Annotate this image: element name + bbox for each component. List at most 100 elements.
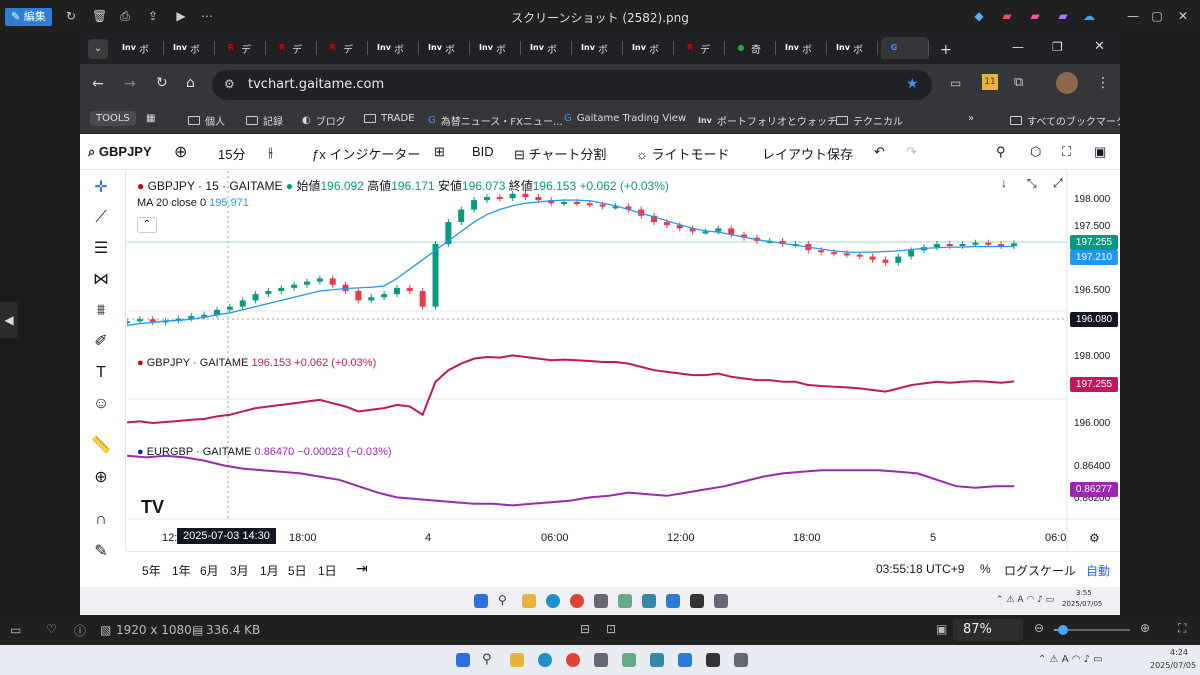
- zoom-in-icon[interactable]: ⊕: [1140, 621, 1150, 635]
- home-icon[interactable]: ⌂: [186, 75, 195, 91]
- back-icon[interactable]: ←: [92, 76, 104, 92]
- text-icon[interactable]: T: [90, 362, 112, 384]
- bookmark-folder[interactable]: 個人: [188, 113, 225, 128]
- zoom-dropdown[interactable]: 87% ⌄: [953, 619, 1023, 651]
- browser-tab[interactable]: G: [881, 37, 929, 59]
- reload-icon[interactable]: ↻: [156, 75, 168, 91]
- snapshot-icon[interactable]: ▣: [1094, 144, 1106, 160]
- bookmark-link[interactable]: G 為替ニュース・FXニュー…: [428, 113, 563, 128]
- close-icon[interactable]: ✕: [1176, 9, 1190, 23]
- browser-tab[interactable]: Inv ボ: [116, 37, 164, 59]
- settings-icon[interactable]: ⬡: [1030, 144, 1041, 160]
- extension-chat-icon[interactable]: ▭: [950, 76, 961, 90]
- chrome-icon[interactable]: [566, 653, 580, 667]
- range-button[interactable]: 1日: [318, 562, 337, 579]
- clipchamp-icon[interactable]: ▰: [1056, 9, 1070, 23]
- undo-icon[interactable]: ↶: [874, 144, 885, 160]
- info-icon[interactable]: ⓘ: [74, 622, 86, 639]
- clock-date[interactable]: 2025/07/05: [1150, 661, 1196, 670]
- previous-image-button[interactable]: ◀: [0, 302, 18, 338]
- symbol-search[interactable]: ⌕ GBPJPY: [88, 144, 152, 160]
- app-icon[interactable]: [622, 653, 636, 667]
- range-button[interactable]: 6月: [200, 562, 219, 579]
- axis-settings-icon[interactable]: ⚙: [1089, 531, 1100, 545]
- bookmark-link[interactable]: ◐ ブログ: [302, 113, 346, 128]
- range-button[interactable]: 5年: [142, 562, 161, 579]
- tools-button[interactable]: TOOLS: [90, 111, 136, 126]
- crop-icon[interactable]: ⊡: [606, 622, 616, 636]
- tray-icons[interactable]: ⌃ ⚠ A ◠ ♪ ▭: [1038, 654, 1103, 665]
- collapse-legend-button[interactable]: ⌃: [137, 217, 157, 233]
- interval-button[interactable]: 15分: [218, 144, 245, 163]
- fullscreen-icon[interactable]: ⛶: [1062, 144, 1071, 160]
- collapse-pane-icon[interactable]: ⤡: [1027, 176, 1037, 191]
- redo-icon[interactable]: ↷: [906, 144, 917, 160]
- clock-time[interactable]: 4:24: [1170, 648, 1188, 657]
- extensions-puzzle-icon[interactable]: ⧉: [1014, 75, 1023, 90]
- chart-area[interactable]: ● GBPJPY · 15 · GAITAME ● 始値196.092 高値19…: [124, 171, 1120, 551]
- browser-tab[interactable]: Inv ボ: [626, 37, 674, 59]
- crosshair-icon[interactable]: ✛: [90, 177, 112, 199]
- clock-timezone[interactable]: 03:55:18 UTC+9: [876, 562, 964, 576]
- bookmark-folder[interactable]: テクニカル: [836, 113, 903, 128]
- maximize-icon[interactable]: ▢: [1150, 9, 1164, 23]
- move-down-icon[interactable]: ↓: [1001, 176, 1007, 190]
- tab-search-button[interactable]: ⌄: [88, 39, 108, 59]
- chart-type-icon[interactable]: ⫳: [268, 144, 273, 160]
- fib-icon[interactable]: ☰: [90, 238, 112, 260]
- browser-tab[interactable]: Rデ: [677, 37, 725, 59]
- more-bookmarks-icon[interactable]: »: [968, 113, 974, 124]
- ruler-icon[interactable]: 📏: [90, 435, 112, 457]
- new-tab-button[interactable]: +: [940, 42, 952, 58]
- browser-tab[interactable]: Inv ボ: [779, 37, 827, 59]
- bookmark-star-icon[interactable]: ★: [906, 76, 919, 92]
- filmstrip-icon[interactable]: ▭: [10, 623, 21, 637]
- app-icon[interactable]: [734, 653, 748, 667]
- save-layout-button[interactable]: レイアウト保存: [762, 144, 853, 163]
- emoji-icon[interactable]: ☺: [90, 393, 112, 415]
- browser-tab[interactable]: Inv ボ: [830, 37, 878, 59]
- bookmark-folder[interactable]: すべてのブックマーク: [1010, 113, 1120, 128]
- photos-icon[interactable]: [678, 653, 692, 667]
- onedrive-icon[interactable]: ☁: [1082, 9, 1096, 23]
- minimize-icon[interactable]: —: [1126, 9, 1140, 23]
- zoom-icon[interactable]: ⊕: [90, 467, 112, 489]
- bookmark-link[interactable]: G Gaitame Trading View: [564, 113, 686, 124]
- profile-avatar[interactable]: [1056, 72, 1078, 94]
- start-icon[interactable]: [456, 653, 470, 667]
- search-icon[interactable]: ⚲: [482, 652, 492, 667]
- favorite-icon[interactable]: ♡: [46, 622, 57, 636]
- quick-search-icon[interactable]: ⚲: [996, 144, 1006, 160]
- app-icon[interactable]: [594, 653, 608, 667]
- zoom-out-icon[interactable]: ⊖: [1034, 621, 1044, 635]
- bid-button[interactable]: BID: [472, 144, 494, 159]
- log-scale-button[interactable]: ログスケール: [1004, 562, 1076, 579]
- browser-tab[interactable]: Inv ボ: [167, 37, 215, 59]
- goto-date-icon[interactable]: ⇥: [356, 560, 368, 577]
- browser-minimize-icon[interactable]: —: [1012, 40, 1024, 54]
- fullscreen-icon[interactable]: ⛶: [1178, 621, 1186, 636]
- browser-restore-icon[interactable]: ❐: [1052, 40, 1063, 54]
- apps-icon[interactable]: ▦: [146, 113, 155, 124]
- site-info-icon[interactable]: ⚙: [224, 77, 235, 91]
- zoom-slider[interactable]: [1054, 625, 1130, 635]
- edge-icon[interactable]: [538, 653, 552, 667]
- prediction-icon[interactable]: ⩩: [90, 300, 112, 322]
- range-button[interactable]: 1月: [260, 562, 279, 579]
- app-icon[interactable]: [706, 653, 720, 667]
- templates-icon[interactable]: ⊞: [434, 144, 445, 160]
- browser-tab[interactable]: Rデ: [269, 37, 317, 59]
- tradingview-logo[interactable]: TV: [141, 497, 164, 518]
- browser-tab[interactable]: Inv ボ: [473, 37, 521, 59]
- zoom-slider-thumb[interactable]: [1058, 625, 1069, 635]
- bookmark-folder[interactable]: TRADE: [364, 113, 415, 124]
- app-icon[interactable]: [650, 653, 664, 667]
- bookmark-folder[interactable]: 記録: [246, 113, 283, 128]
- browser-tab[interactable]: Inv ボ: [422, 37, 470, 59]
- pattern-icon[interactable]: ⋈: [90, 269, 112, 291]
- auto-scale-button[interactable]: 自動: [1086, 562, 1110, 579]
- range-button[interactable]: 5日: [288, 562, 307, 579]
- menu-icon[interactable]: ⋮: [1096, 75, 1110, 91]
- url-input[interactable]: ⚙ tvchart.gaitame.com ★: [212, 70, 932, 100]
- edit-photo-icon[interactable]: ▰: [1000, 9, 1014, 23]
